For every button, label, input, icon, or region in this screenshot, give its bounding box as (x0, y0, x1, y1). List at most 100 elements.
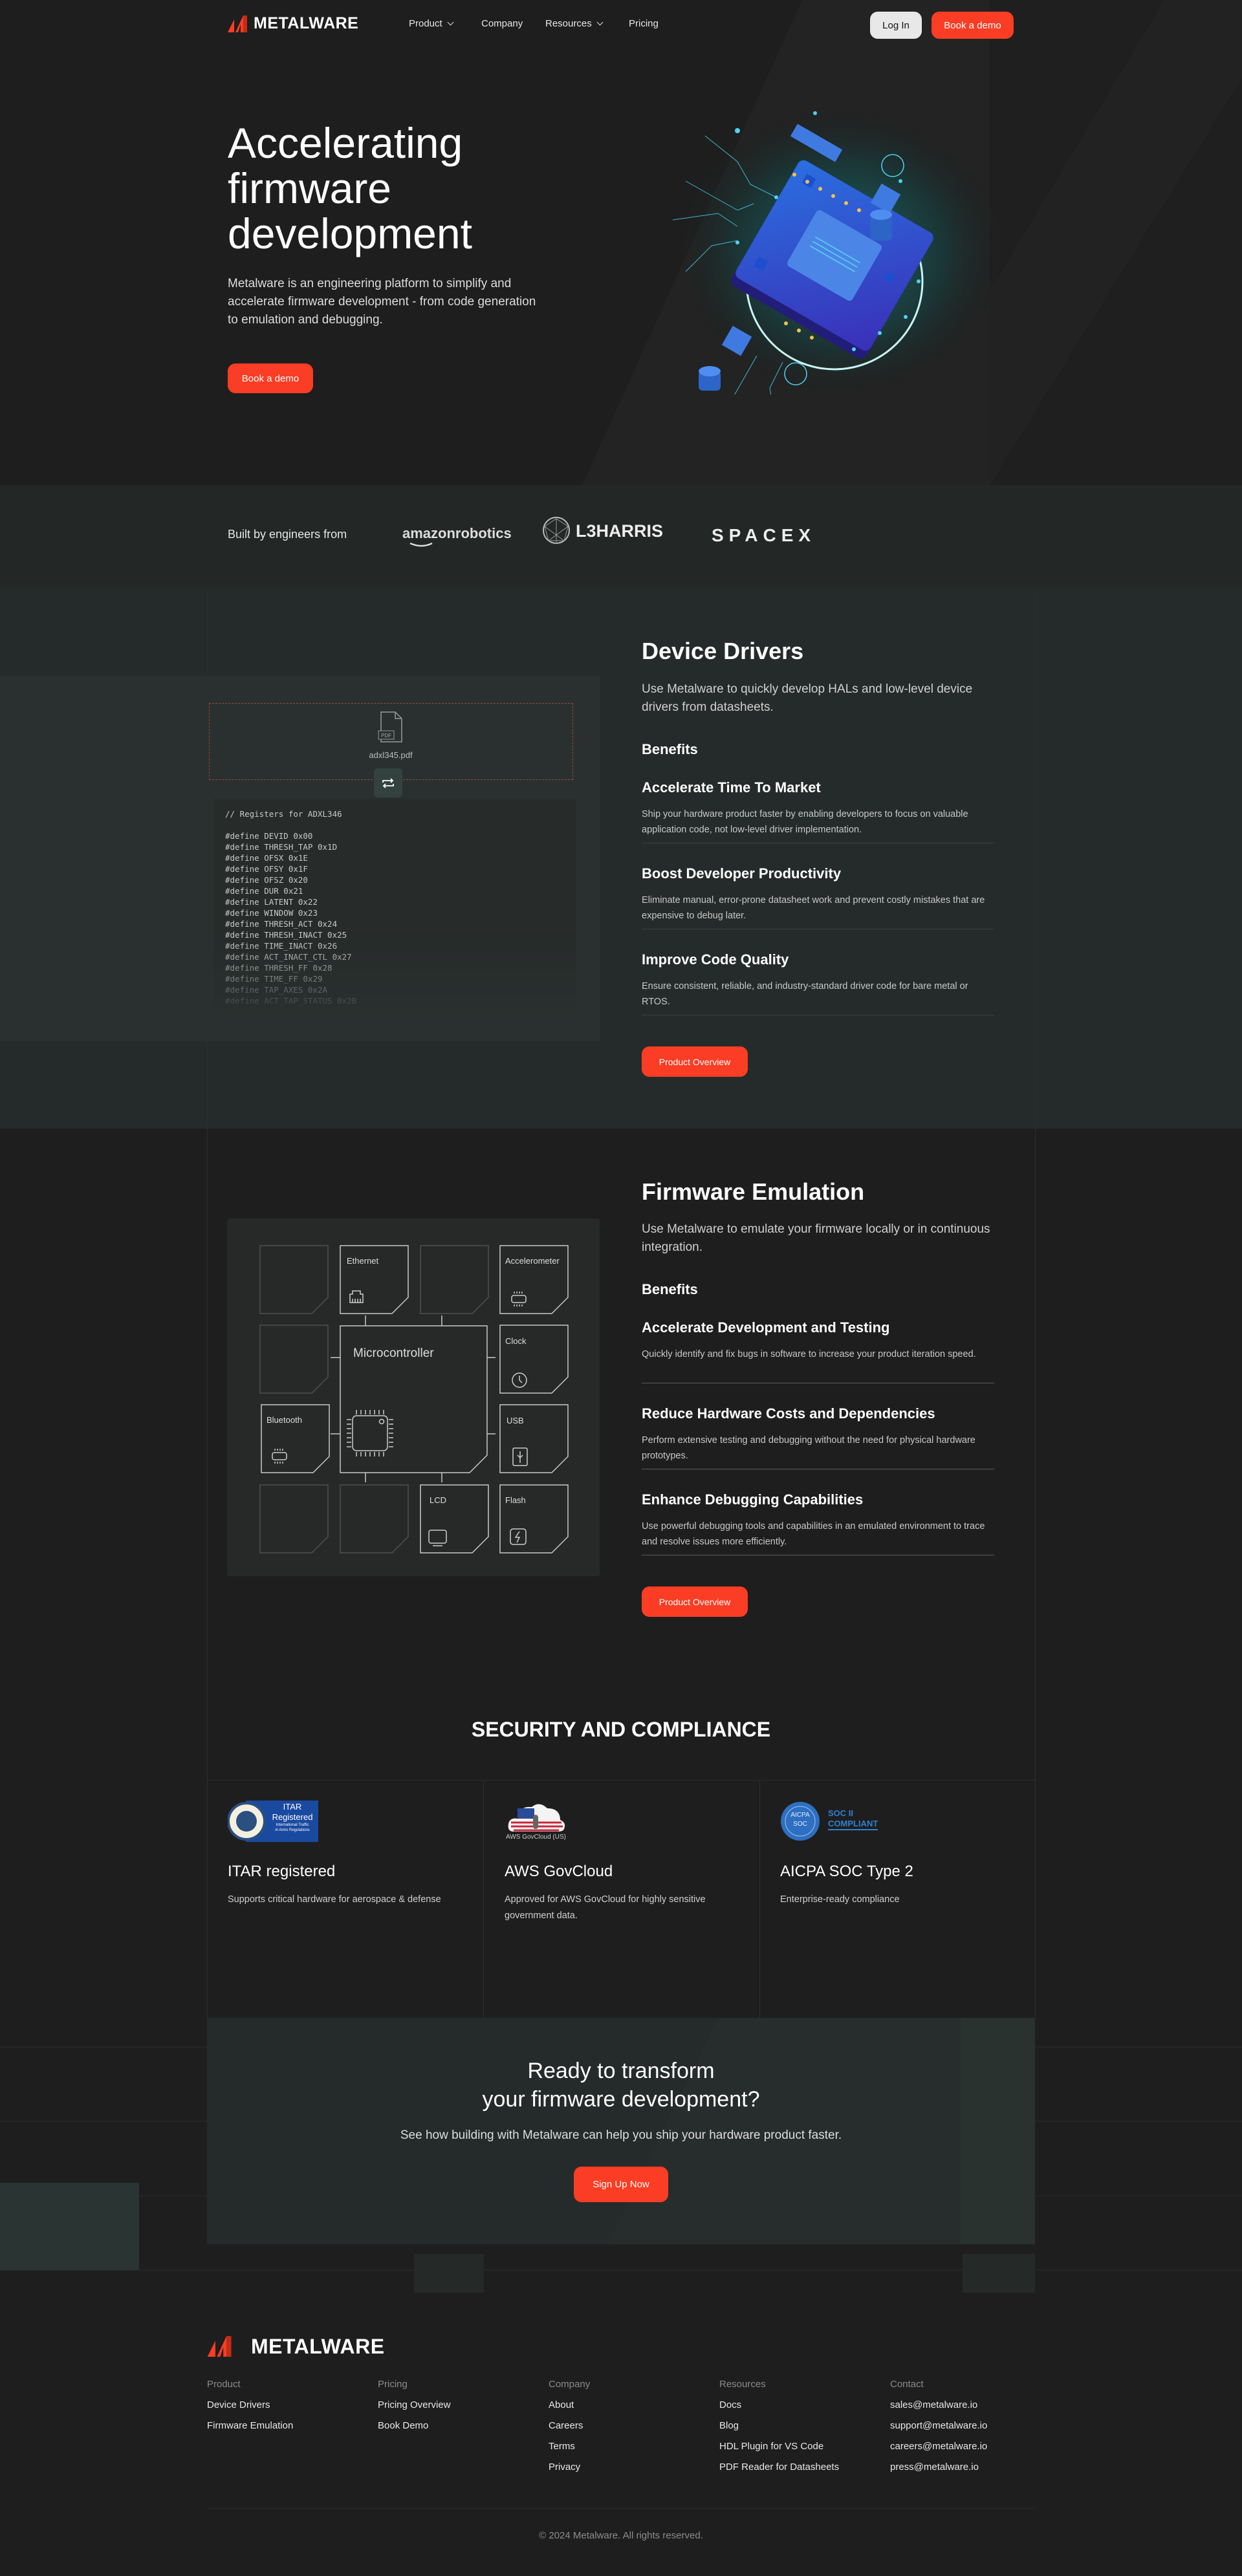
microchip-icon (347, 1410, 393, 1456)
sign-up-button[interactable]: Sign Up Now (574, 2167, 668, 2202)
nav-product[interactable]: Product (409, 18, 454, 29)
device-drivers-description: Use Metalware to quickly develop HALs an… (642, 682, 973, 714)
nav-pricing[interactable]: Pricing (629, 18, 659, 29)
footer-link[interactable]: Firmware Emulation (207, 2420, 293, 2431)
svg-text:Accelerometer: Accelerometer (505, 1256, 560, 1266)
footer-link[interactable]: About (549, 2399, 574, 2410)
footer-link[interactable]: Careers (549, 2420, 583, 2431)
hero-title: Accelerating firmware development (228, 119, 472, 257)
footer-link[interactable]: Pricing Overview (378, 2399, 451, 2410)
itar-logo: ITAR Registered International Traffic in Ar… (227, 1801, 318, 1842)
flash-memory-icon (510, 1528, 527, 1545)
aws-govcloud-logo: AWS GovCloud (US) (506, 1801, 571, 1842)
code-line: #define THRESH_FF 0x28 (225, 963, 332, 973)
footer-link[interactable]: PDF Reader for Datasheets (719, 2462, 839, 2473)
code-line: #define OFSX 0x1E (225, 853, 308, 863)
code-line: #define DEVID 0x00 (225, 831, 313, 841)
svg-text:Flash: Flash (505, 1495, 526, 1505)
footer-link[interactable]: Blog (719, 2420, 739, 2431)
itar-description: Supports critical hardware for aerospace… (228, 1894, 441, 1905)
benefit-title: Improve Code Quality (642, 951, 789, 968)
svg-text:Bluetooth: Bluetooth (267, 1415, 302, 1425)
usb-icon (512, 1447, 528, 1466)
hero-book-demo-button[interactable]: Book a demo (228, 363, 313, 393)
nav-company[interactable]: Company (481, 18, 523, 29)
code-line: #define TIME_FF 0x29 (225, 974, 323, 984)
footer-link[interactable]: sales@metalware.io (890, 2399, 977, 2410)
file-name: adxl345.pdf (369, 750, 413, 760)
convert-button[interactable] (374, 768, 402, 797)
tile-clock (499, 1325, 569, 1394)
footer-link[interactable]: press@metalware.io (890, 2462, 979, 2473)
flag-cloud-lock-icon (508, 1804, 565, 1832)
aws-govcloud-description: Approved for AWS GovCloud for highly sen… (505, 1894, 706, 1921)
logos-label: Built by engineers from (228, 528, 347, 541)
benefit-description: Eliminate manual, error-prone datasheet … (642, 895, 985, 921)
sensor-chip-icon (511, 1292, 527, 1306)
footer-link[interactable]: HDL Plugin for VS Code (719, 2441, 823, 2452)
device-drivers-product-overview-button[interactable]: Product Overview (642, 1046, 748, 1077)
ethernet-port-icon (349, 1290, 364, 1303)
chip-illustration (672, 103, 1009, 395)
footer-link[interactable]: Book Demo (378, 2420, 428, 2431)
spacex-logo: SPACEX (712, 525, 816, 545)
svg-text:Ethernet: Ethernet (347, 1256, 379, 1266)
footer-link[interactable]: careers@metalware.io (890, 2441, 987, 2452)
cta-title: Ready to transform your firmware developm… (482, 2059, 760, 2112)
footer-heading: Resources (719, 2379, 766, 2390)
emulation-description: Use Metalware to emulate your firmware l… (642, 1222, 990, 1254)
sync-arrows-icon (382, 777, 394, 788)
chevron-down-icon (447, 19, 454, 26)
benefit-title: Boost Developer Productivity (642, 865, 842, 882)
benefits-heading: Benefits (642, 741, 698, 757)
book-demo-nav-button[interactable]: Book a demo (932, 12, 1014, 39)
pdf-file-icon: PDF (378, 711, 402, 742)
benefit-description: Quickly identify and fix bugs in softwar… (642, 1349, 976, 1359)
code-line: // Registers for ADXL346 (225, 809, 342, 819)
soc2-title: AICPA SOC Type 2 (780, 1863, 913, 1880)
aicpa-soc-logo: AICPA SOC SOC II COMPLIANT (780, 1801, 897, 1842)
footer-link[interactable]: support@metalware.io (890, 2420, 987, 2431)
benefit-title: Reduce Hardware Costs and Dependencies (642, 1405, 935, 1422)
code-line: #define THRESH_ACT 0x24 (225, 919, 338, 929)
brand-name[interactable]: METALWARE (254, 14, 358, 33)
security-title: SECURITY AND COMPLIANCE (471, 1718, 771, 1741)
aws-govcloud-title: AWS GovCloud (505, 1863, 613, 1880)
benefit-description: Use powerful debugging tools and capabil… (642, 1521, 985, 1547)
metalware-logo-icon[interactable] (228, 16, 252, 32)
code-line: #define ACT_INACT_CTL 0x27 (225, 952, 352, 962)
clock-icon (512, 1372, 527, 1388)
bluetooth-chip-icon (272, 1449, 287, 1464)
code-line: #define OFSZ 0x20 (225, 875, 308, 885)
tile-usb (499, 1404, 569, 1473)
footer-link[interactable]: Device Drivers (207, 2399, 270, 2410)
emulation-product-overview-button[interactable]: Product Overview (642, 1586, 748, 1617)
code-line: #define THRESH_TAP 0x1D (225, 842, 338, 852)
code-line: #define ACT_TAP_STATUS 0x2B (225, 996, 357, 1006)
nav-resources[interactable]: Resources (545, 18, 604, 29)
svg-text:Microcontroller: Microcontroller (353, 1347, 434, 1360)
cta-subtitle: See how building with Metalware can help… (400, 2128, 842, 2142)
benefit-description: Perform extensive testing and debugging … (642, 1435, 975, 1461)
soc2-description: Enterprise-ready compliance (780, 1894, 900, 1905)
benefit-title: Accelerate Time To Market (642, 779, 821, 796)
svg-text:PDF: PDF (381, 733, 391, 739)
svg-text:Clock: Clock (505, 1336, 527, 1346)
code-line: #define DUR 0x21 (225, 886, 303, 896)
footer-heading: Contact (890, 2379, 924, 2390)
generated-code-block: // Registers for ADXL346 #define DEVID 0x… (213, 799, 576, 1015)
itar-title: ITAR registered (228, 1863, 336, 1880)
code-line: #define OFSY 0x1F (225, 864, 308, 874)
login-button[interactable]: Log In (870, 12, 922, 39)
footer-logo-icon[interactable] (207, 2336, 238, 2357)
code-line: #define TIME_INACT 0x26 (225, 941, 338, 951)
emulation-diagram: Ethernet Accelerometer Clock Bluetooth U… (259, 1245, 569, 1553)
monitor-icon (428, 1530, 447, 1546)
footer-link[interactable]: Privacy (549, 2462, 580, 2473)
benefit-title: Accelerate Development and Testing (642, 1319, 890, 1336)
driver-demo-card: PDF adxl345.pdf // Registers for ADXL346… (0, 676, 600, 1041)
copyright: © 2024 Metalware. All rights reserved. (539, 2530, 703, 2541)
footer-link[interactable]: Docs (719, 2399, 741, 2410)
footer-link[interactable]: Terms (549, 2441, 575, 2452)
